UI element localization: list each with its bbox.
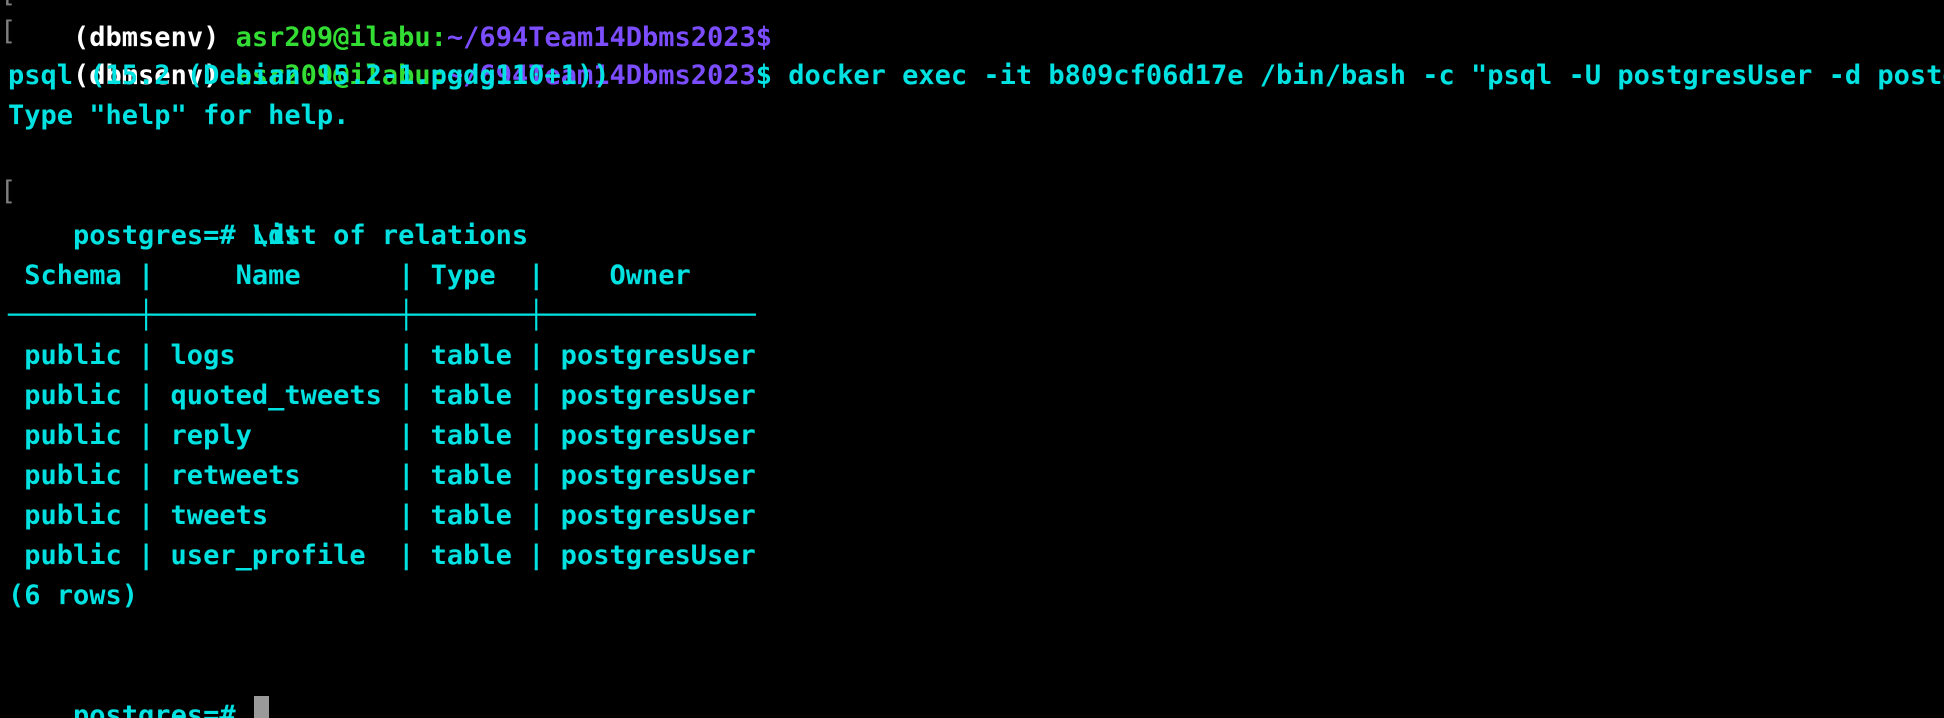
table-row: public | logs | table | postgresUser <box>8 340 756 371</box>
active-prompt-line[interactable]: postgres=# <box>8 656 269 718</box>
psql-version-line: psql (15.2 (Debian 15.2-1.pgdg110+1)) <box>8 60 610 91</box>
table-separator: ────────┼───────────────┼───────┼───────… <box>8 300 756 331</box>
table-row: public | user_profile | table | postgres… <box>8 540 756 571</box>
table-row: public | quoted_tweets | table | postgre… <box>8 380 756 411</box>
terminal-window[interactable]: [ (dbmsenv) asr209@ilabu:~/694Team14Dbms… <box>0 0 1944 718</box>
psql-command-line: postgres=# \dt <box>8 176 301 251</box>
final-psql-prompt: postgres=# <box>73 700 252 718</box>
table-row: public | retweets | table | postgresUser <box>8 460 756 491</box>
table-header: Schema | Name | Type | Owner <box>8 260 691 291</box>
docker-command: docker exec -it b809cf06d17e /bin/bash -… <box>772 60 1944 91</box>
prompt-symbol: $ <box>755 60 773 91</box>
table-title: List of relations <box>8 220 529 251</box>
row-count: (6 rows) <box>8 580 139 611</box>
shell-prompt-line: (dbmsenv) asr209@ilabu:~/694Team14Dbms20… <box>8 16 1944 91</box>
table-row: public | tweets | table | postgresUser <box>8 500 756 531</box>
table-row: public | reply | table | postgresUser <box>8 420 756 451</box>
help-hint-line: Type "help" for help. <box>8 100 350 131</box>
text-cursor[interactable] <box>253 695 269 718</box>
